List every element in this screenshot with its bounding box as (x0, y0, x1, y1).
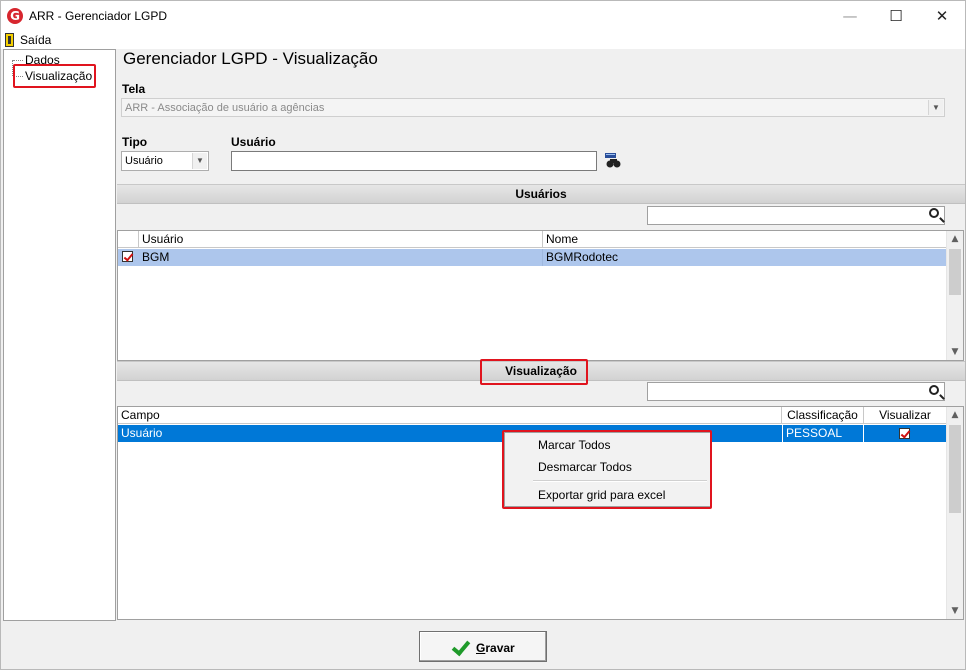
save-button[interactable]: Gravar (419, 631, 547, 662)
search-icon[interactable] (929, 385, 939, 395)
tipo-select-value: Usuário (125, 155, 163, 167)
column-header-campo[interactable]: Campo (118, 407, 782, 424)
cell-nome: BGMRodotec (546, 250, 619, 264)
app-window: G ARR - Gerenciador LGPD — ☐ ✕ Saída Dad… (0, 0, 966, 670)
users-grid: Usuário Nome BGM BGMRodotec ▲ ▼ (117, 230, 964, 361)
scroll-thumb[interactable] (949, 425, 961, 513)
section-usuarios-header: Usuários (117, 184, 965, 204)
app-logo-icon: G (7, 8, 23, 24)
title-bar: G ARR - Gerenciador LGPD — ☐ ✕ (1, 1, 965, 31)
menu-bar: Saída (1, 31, 965, 49)
menu-exit[interactable]: Saída (20, 33, 51, 47)
usuario-input[interactable] (231, 151, 597, 171)
column-header-usuario[interactable]: Usuário (139, 231, 543, 248)
tela-select[interactable]: ARR - Associação de usuário a agências ▼ (121, 98, 945, 117)
highlight-box (502, 430, 712, 509)
save-mnemonic: G (476, 641, 486, 655)
table-row[interactable]: BGM BGMRodotec (118, 249, 946, 266)
users-search-input[interactable] (647, 206, 945, 225)
cell-usuario: BGM (139, 249, 543, 266)
users-grid-header: Usuário Nome (118, 231, 946, 248)
scroll-thumb[interactable] (949, 249, 961, 295)
column-header-nome[interactable]: Nome (543, 231, 946, 248)
visualizacao-search-input[interactable] (647, 382, 945, 401)
search-icon[interactable] (929, 208, 939, 218)
window-title: ARR - Gerenciador LGPD (29, 9, 168, 23)
navigation-tree: Dados Visualização (3, 49, 116, 621)
tela-label: Tela (122, 82, 146, 96)
tipo-select[interactable]: Usuário ▼ (121, 151, 209, 171)
column-header-classificacao[interactable]: Classificação (782, 407, 864, 424)
column-header-visualizar[interactable]: Visualizar (864, 407, 946, 424)
highlight-box (480, 359, 588, 385)
usuario-label: Usuário (231, 135, 276, 149)
visualizar-checkbox[interactable] (899, 428, 910, 439)
page-title: Gerenciador LGPD - Visualização (123, 49, 378, 68)
scroll-up-icon[interactable]: ▲ (947, 407, 963, 423)
binoculars-search-icon[interactable] (605, 153, 621, 169)
scroll-down-icon[interactable]: ▼ (947, 344, 963, 360)
visualizacao-grid-scrollbar[interactable]: ▲ ▼ (946, 407, 963, 619)
tree-connector (13, 60, 23, 61)
minimize-button[interactable]: — (827, 1, 873, 31)
save-button-label: Gravar (476, 641, 515, 655)
close-button[interactable]: ✕ (919, 1, 965, 31)
maximize-button[interactable]: ☐ (873, 1, 919, 31)
tela-select-value: ARR - Associação de usuário a agências (125, 102, 325, 114)
chevron-down-icon: ▼ (192, 153, 207, 169)
checkmark-icon (451, 636, 471, 657)
users-grid-scrollbar[interactable]: ▲ ▼ (946, 231, 963, 360)
cell-classificacao: PESSOAL (782, 425, 864, 442)
scroll-down-icon[interactable]: ▼ (947, 603, 963, 619)
highlight-box (13, 64, 96, 88)
tipo-label: Tipo (122, 135, 148, 149)
save-label-rest: ravar (485, 641, 515, 655)
row-checkbox[interactable] (122, 251, 133, 262)
chevron-down-icon: ▼ (928, 100, 943, 115)
exit-door-icon[interactable] (5, 33, 14, 47)
visualizacao-grid-header: Campo Classificação Visualizar (118, 407, 946, 424)
header-check-column (118, 231, 139, 248)
scroll-up-icon[interactable]: ▲ (947, 231, 963, 247)
